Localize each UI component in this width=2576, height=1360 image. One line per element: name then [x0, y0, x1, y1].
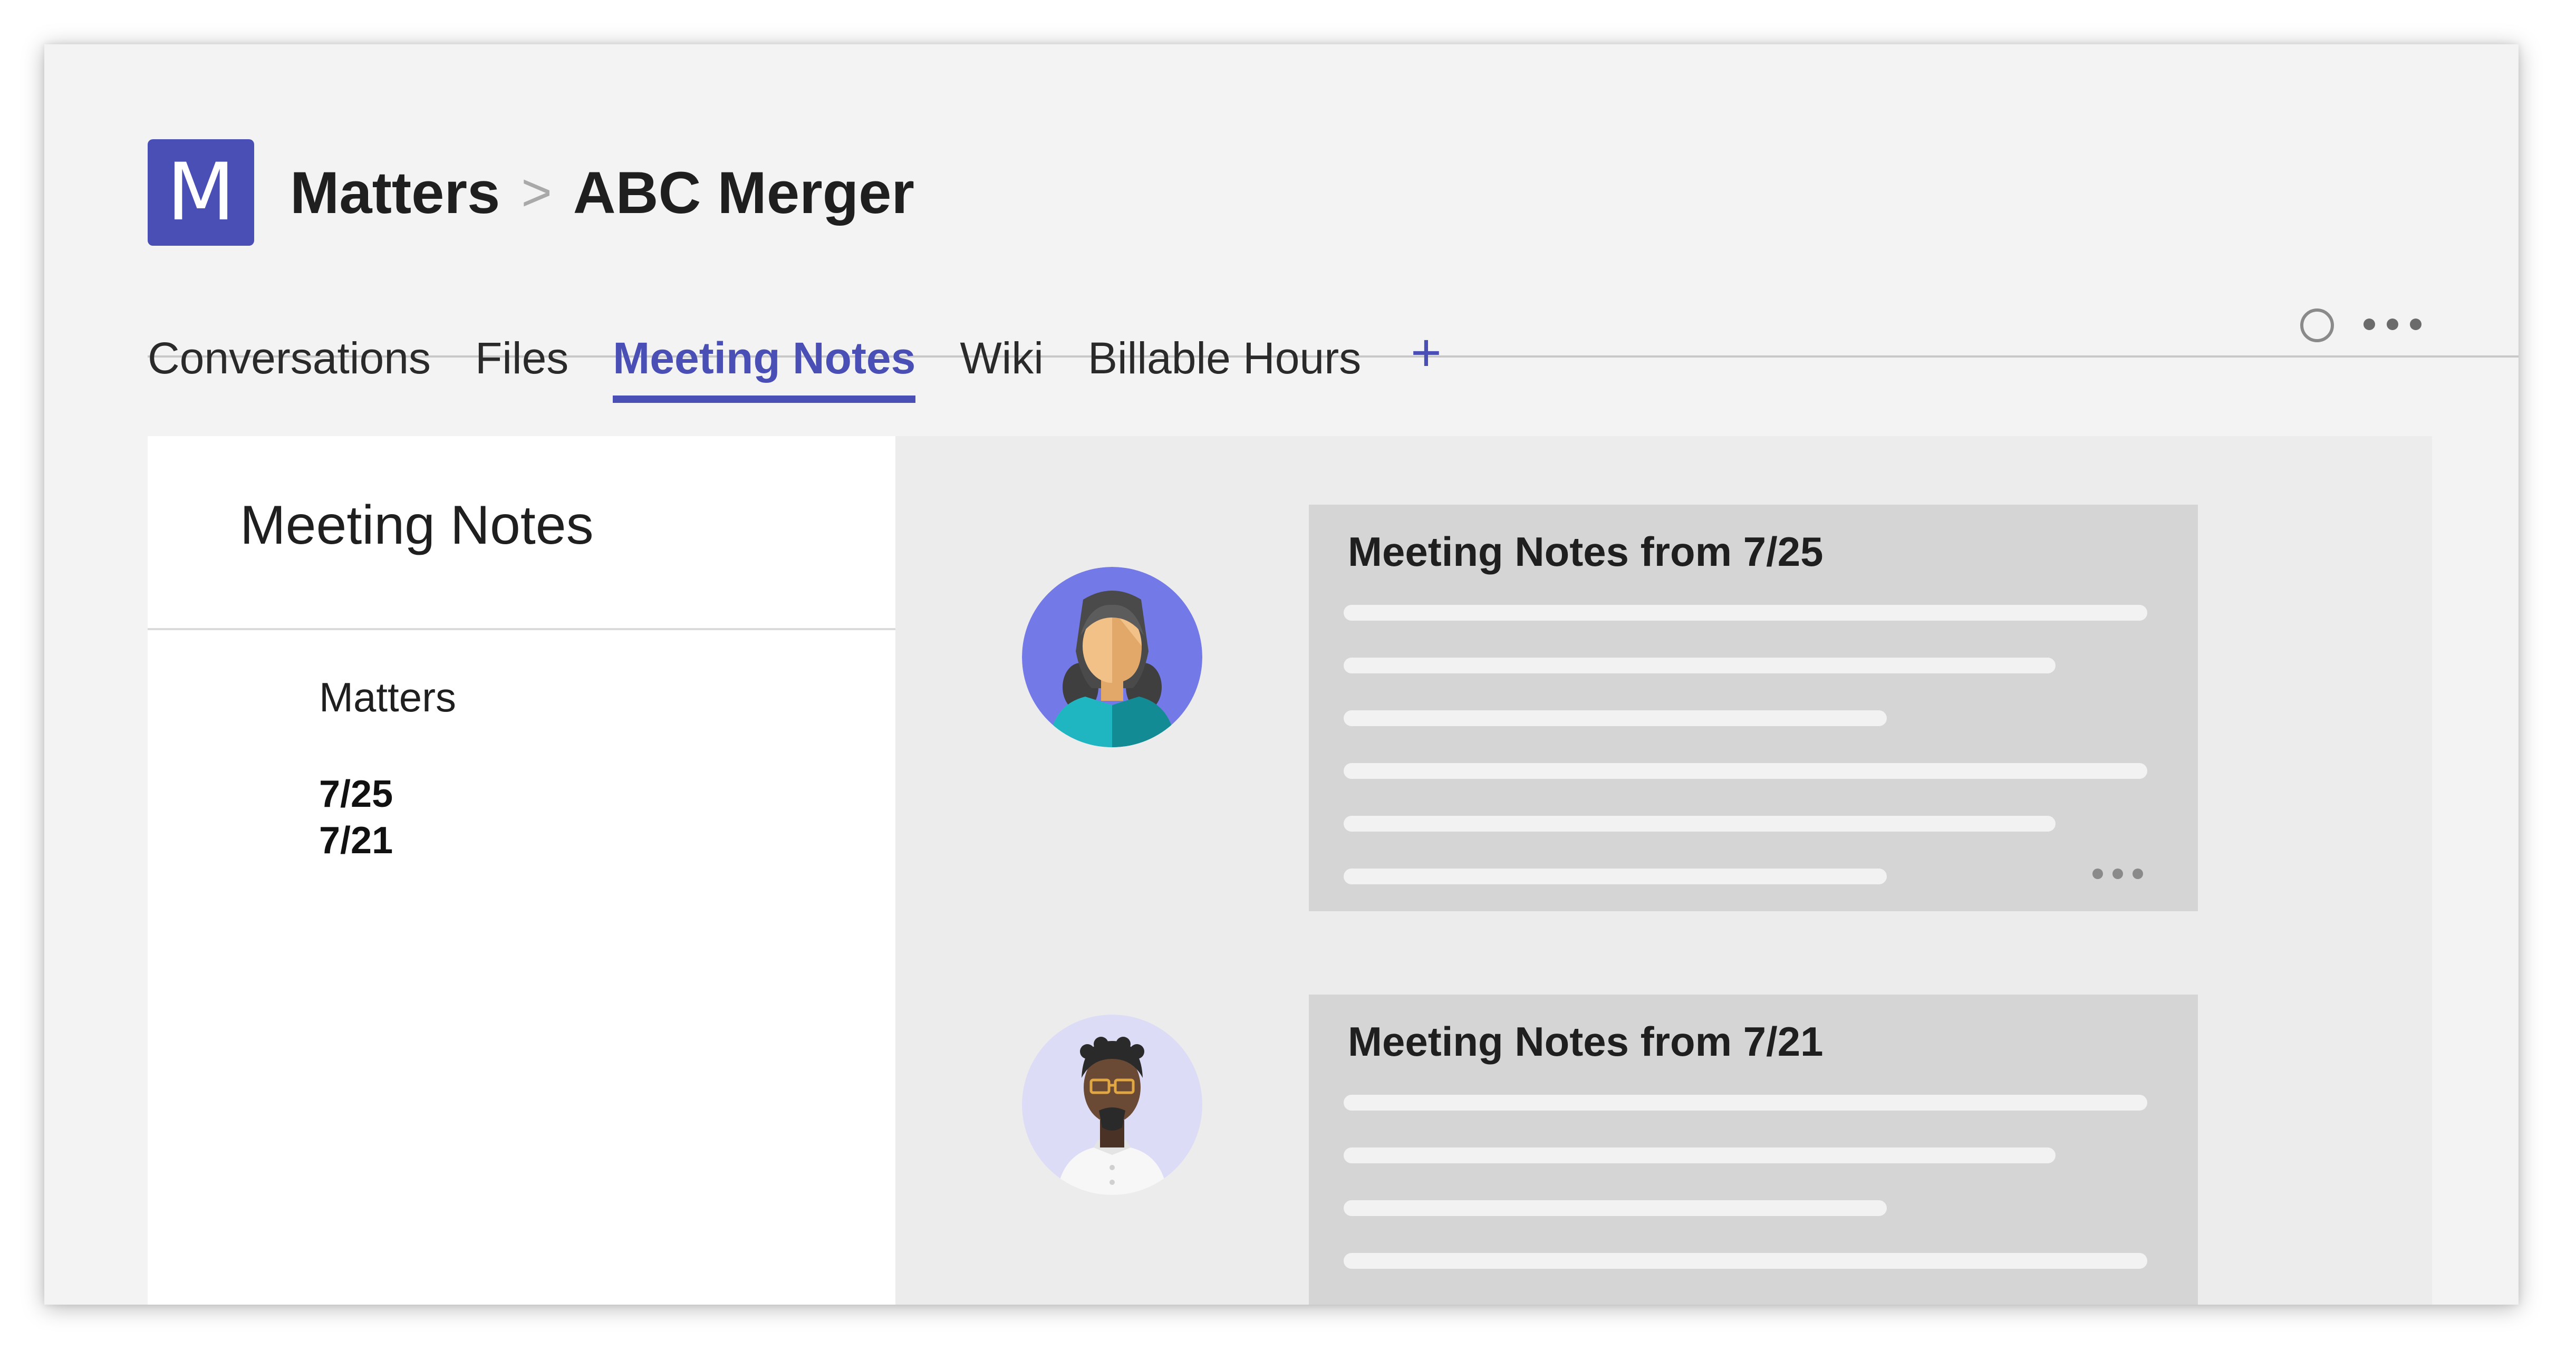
more-dot	[2387, 319, 2398, 330]
man-avatar-icon	[1022, 1015, 1202, 1195]
text-placeholder-line	[1344, 816, 2056, 832]
text-placeholder-line	[1344, 1253, 2147, 1269]
text-placeholder-line	[1344, 1200, 1887, 1216]
woman-avatar-icon	[1022, 567, 1202, 747]
date-item-7-25[interactable]: 7/25	[319, 771, 393, 817]
tab-files[interactable]: Files	[475, 313, 568, 403]
note-card-title: Meeting Notes from 7/25	[1348, 528, 1824, 575]
date-list: 7/25 7/21	[319, 771, 393, 864]
more-dot	[2133, 869, 2143, 879]
breadcrumb: Matters > ABC Merger	[290, 139, 914, 246]
notes-sidebar: Meeting Notes Matters 7/25 7/21	[148, 436, 895, 1305]
text-placeholder-line	[1344, 710, 1887, 726]
tab-bar: Conversations Files Meeting Notes Wiki B…	[148, 313, 1442, 403]
sidebar-title: Meeting Notes	[240, 495, 594, 556]
text-placeholder-line	[1344, 605, 2147, 621]
card-more-options-icon[interactable]	[2092, 869, 2143, 879]
text-placeholder-line	[1344, 1095, 2147, 1111]
sidebar-divider	[148, 628, 895, 630]
more-dot	[2092, 869, 2103, 879]
teams-window: M Matters > ABC Merger Conversations Fil…	[44, 44, 2519, 1305]
breadcrumb-separator: >	[521, 162, 552, 222]
more-dot	[2112, 869, 2123, 879]
text-placeholder-line	[1344, 658, 2056, 673]
more-dot	[2410, 319, 2421, 330]
more-dot	[2363, 319, 2375, 330]
breadcrumb-current: ABC Merger	[573, 159, 914, 226]
text-placeholder-line	[1344, 1147, 2056, 1163]
tab-conversations[interactable]: Conversations	[148, 313, 431, 403]
tab-billable-hours[interactable]: Billable Hours	[1088, 313, 1361, 403]
date-item-7-21[interactable]: 7/21	[319, 817, 393, 864]
more-options-icon[interactable]	[2363, 319, 2421, 330]
team-logo[interactable]: M	[148, 139, 254, 246]
note-card[interactable]: Meeting Notes from 7/25	[1309, 505, 2198, 911]
text-placeholder-line	[1344, 869, 1887, 884]
tab-wiki[interactable]: Wiki	[960, 313, 1044, 403]
notes-content: Meeting Notes from 7/25 Meeting Notes fr…	[895, 436, 2432, 1305]
note-card[interactable]: Meeting Notes from 7/21	[1309, 995, 2198, 1305]
tab-meeting-notes[interactable]: Meeting Notes	[613, 313, 916, 403]
add-tab-button[interactable]: +	[1411, 313, 1441, 392]
text-placeholder-line	[1344, 763, 2147, 779]
status-circle-icon[interactable]	[2300, 308, 2334, 342]
sidebar-section-matters[interactable]: Matters	[319, 673, 456, 721]
breadcrumb-parent[interactable]: Matters	[290, 159, 500, 227]
note-card-title: Meeting Notes from 7/21	[1348, 1018, 1824, 1065]
